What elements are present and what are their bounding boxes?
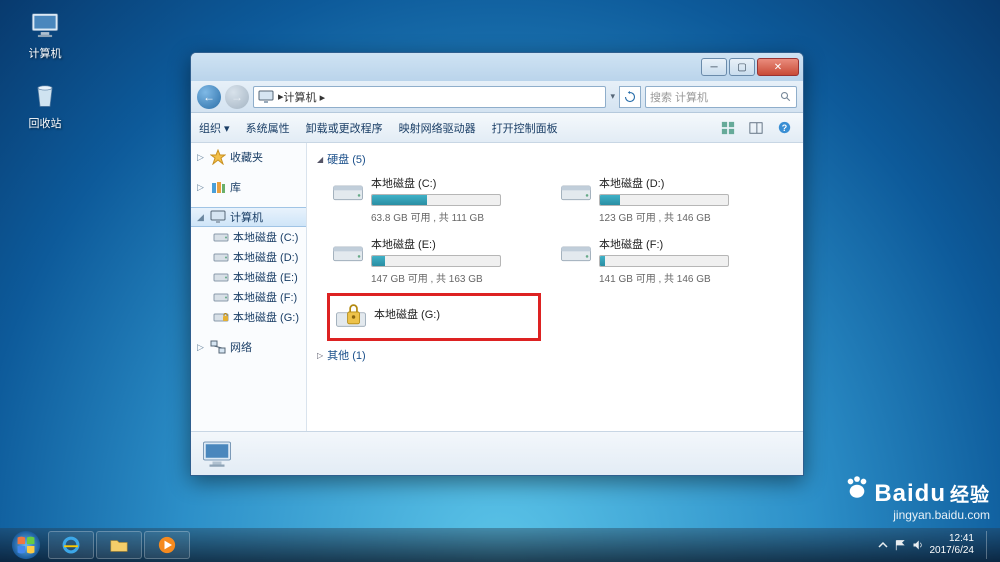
breadcrumb-text: 计算机 ▸	[284, 89, 326, 105]
drive-icon	[213, 289, 229, 305]
drive-icon	[559, 175, 593, 209]
titlebar[interactable]: ─ ▢ ✕	[191, 53, 803, 81]
sidebar-drive-g[interactable]: 本地磁盘 (G:)	[191, 307, 306, 327]
drive-f[interactable]: 本地磁盘 (F:)141 GB 可用 , 共 146 GB	[555, 232, 769, 289]
help-button[interactable]: ?	[773, 118, 795, 138]
group-header-other[interactable]: ▷其他 (1)	[317, 347, 793, 363]
minimize-button[interactable]: ─	[701, 58, 727, 76]
drive-lock-icon	[334, 300, 368, 334]
media-player-icon	[157, 535, 177, 555]
drive-icon	[213, 229, 229, 245]
sidebar-drive-f[interactable]: 本地磁盘 (F:)	[191, 287, 306, 307]
refresh-icon	[624, 91, 636, 103]
sidebar-favorites[interactable]: ▷收藏夹	[191, 147, 306, 167]
explorer-window: ─ ▢ ✕ ← → ▸ 计算机 ▸ ▾ 搜索 计算机 组织 ▾ 系统属性 卸载或…	[190, 52, 804, 476]
drive-icon	[213, 269, 229, 285]
drive-g-locked[interactable]: 本地磁盘 (G:)	[327, 293, 541, 341]
svg-text:?: ?	[781, 123, 786, 133]
search-input[interactable]: 搜索 计算机	[645, 86, 797, 108]
paw-icon	[844, 475, 870, 508]
task-wmp[interactable]	[144, 531, 190, 559]
libraries-icon	[210, 179, 226, 195]
desktop-icon-label: 回收站	[29, 118, 62, 130]
drive-e[interactable]: 本地磁盘 (E:)147 GB 可用 , 共 163 GB	[327, 232, 541, 289]
tiles-icon	[721, 121, 735, 135]
drive-lock-icon	[213, 309, 229, 325]
computer-icon	[28, 8, 62, 42]
tray-clock[interactable]: 12:41 2017/6/24	[930, 533, 981, 557]
desktop-icon-recycle[interactable]: 回收站	[16, 78, 74, 131]
toolbar-system-properties[interactable]: 系统属性	[246, 120, 290, 136]
task-explorer[interactable]	[96, 531, 142, 559]
sidebar-libraries[interactable]: ▷库	[191, 177, 306, 197]
close-button[interactable]: ✕	[757, 58, 799, 76]
drive-d[interactable]: 本地磁盘 (D:)123 GB 可用 , 共 146 GB	[555, 171, 769, 228]
toolbar-uninstall[interactable]: 卸载或更改程序	[306, 120, 383, 136]
toolbar-map-drive[interactable]: 映射网络驱动器	[399, 120, 476, 136]
sidebar: ▷收藏夹 ▷库 ◢计算机 本地磁盘 (C:) 本地磁盘 (D:) 本地磁盘 (E…	[191, 143, 307, 431]
drive-c[interactable]: 本地磁盘 (C:)63.8 GB 可用 , 共 111 GB	[327, 171, 541, 228]
system-tray: 12:41 2017/6/24	[878, 531, 995, 559]
sidebar-computer[interactable]: ◢计算机	[191, 207, 306, 227]
preview-pane-button[interactable]	[745, 118, 767, 138]
watermark: Baidu经验 jingyan.baidu.com	[844, 475, 990, 522]
computer-icon	[210, 209, 226, 225]
start-button[interactable]	[6, 530, 46, 560]
star-icon	[210, 149, 226, 165]
toolbar: 组织 ▾ 系统属性 卸载或更改程序 映射网络驱动器 打开控制面板 ?	[191, 113, 803, 143]
taskbar: 12:41 2017/6/24	[0, 528, 1000, 562]
content-pane: ◢硬盘 (5) 本地磁盘 (C:)63.8 GB 可用 , 共 111 GB 本…	[307, 143, 803, 431]
windows-logo-icon	[11, 530, 41, 560]
drive-icon	[331, 175, 365, 209]
drive-icon	[213, 249, 229, 265]
volume-icon[interactable]	[912, 539, 924, 551]
search-placeholder: 搜索 计算机	[650, 89, 708, 105]
task-ie[interactable]	[48, 531, 94, 559]
flag-icon[interactable]	[894, 539, 906, 551]
view-mode-button[interactable]	[717, 118, 739, 138]
tray-expand-icon[interactable]	[878, 540, 888, 550]
sidebar-network[interactable]: ▷网络	[191, 337, 306, 357]
nav-forward-button[interactable]: →	[225, 85, 249, 109]
desktop-icon-computer[interactable]: 计算机	[16, 8, 74, 61]
breadcrumb[interactable]: ▸ 计算机 ▸	[253, 86, 606, 108]
search-icon	[780, 91, 792, 103]
help-icon: ?	[778, 121, 791, 134]
computer-icon	[258, 89, 274, 105]
desktop-icon-label: 计算机	[29, 48, 62, 60]
drive-icon	[559, 236, 593, 270]
sidebar-drive-d[interactable]: 本地磁盘 (D:)	[191, 247, 306, 267]
pane-icon	[749, 121, 763, 135]
ie-icon	[61, 535, 81, 555]
maximize-button[interactable]: ▢	[729, 58, 755, 76]
details-pane	[191, 431, 803, 475]
toolbar-organize[interactable]: 组织 ▾	[199, 120, 230, 136]
nav-back-button[interactable]: ←	[197, 85, 221, 109]
network-icon	[210, 339, 226, 355]
folder-icon	[109, 535, 129, 555]
watermark-url: jingyan.baidu.com	[844, 508, 990, 522]
sidebar-drive-c[interactable]: 本地磁盘 (C:)	[191, 227, 306, 247]
group-header-hdd[interactable]: ◢硬盘 (5)	[317, 151, 793, 167]
refresh-button[interactable]	[619, 86, 641, 108]
address-bar: ← → ▸ 计算机 ▸ ▾ 搜索 计算机	[191, 81, 803, 113]
computer-icon	[199, 436, 235, 472]
recycle-bin-icon	[28, 78, 62, 112]
show-desktop-button[interactable]	[986, 531, 994, 559]
toolbar-control-panel[interactable]: 打开控制面板	[492, 120, 558, 136]
sidebar-drive-e[interactable]: 本地磁盘 (E:)	[191, 267, 306, 287]
drive-icon	[331, 236, 365, 270]
